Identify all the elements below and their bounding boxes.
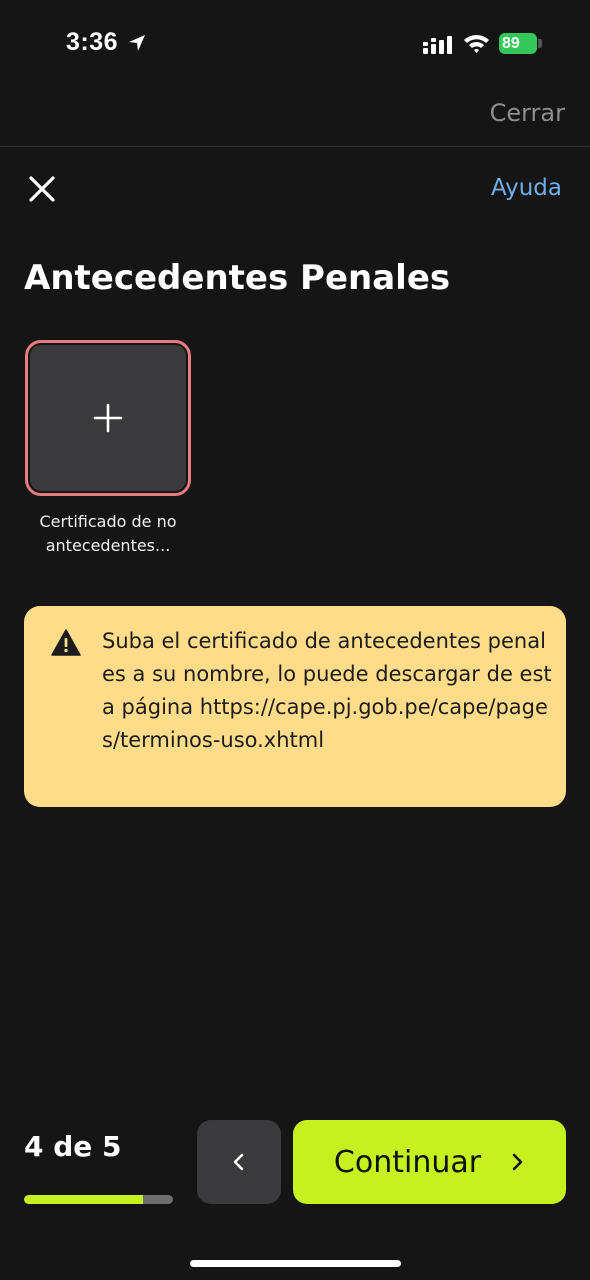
signal-icon	[423, 36, 452, 54]
help-link[interactable]: Ayuda	[491, 175, 562, 201]
battery-level: 89	[502, 35, 520, 52]
home-indicator	[190, 1260, 401, 1267]
wifi-icon	[464, 34, 489, 53]
chevron-left-icon	[233, 1153, 244, 1171]
step-counter: 4 de 5	[24, 1130, 122, 1163]
status-bar: 3:36 89	[0, 0, 590, 88]
plus-icon	[93, 403, 123, 433]
upload-tile-caption: Certificado de no antecedentes...	[20, 510, 196, 558]
back-button[interactable]	[197, 1120, 281, 1204]
chevron-right-icon	[512, 1153, 523, 1171]
progress-fill	[24, 1195, 144, 1204]
location-arrow-icon	[129, 35, 145, 51]
warning-message: Suba el certificado de antecedentes pena…	[102, 629, 552, 752]
battery-icon: 89	[499, 33, 537, 54]
battery-cap	[538, 39, 542, 48]
caption-line-1: Certificado de no	[39, 512, 177, 531]
continue-button[interactable]: Continuar	[293, 1120, 566, 1204]
upload-tile-inner[interactable]	[30, 345, 186, 491]
page-title: Antecedentes Penales	[24, 258, 451, 298]
warning-triangle-icon	[51, 629, 81, 656]
warning-banner: Suba el certificado de antecedentes pena…	[24, 606, 566, 807]
continue-label: Continuar	[333, 1144, 482, 1180]
progress-bar	[24, 1195, 173, 1204]
upload-document-tile[interactable]	[25, 340, 191, 496]
header-divider	[0, 146, 590, 147]
close-button[interactable]: Cerrar	[490, 99, 565, 127]
caption-line-2: antecedentes...	[45, 536, 171, 555]
x-icon[interactable]	[28, 175, 56, 203]
status-time: 3:36	[66, 28, 119, 56]
